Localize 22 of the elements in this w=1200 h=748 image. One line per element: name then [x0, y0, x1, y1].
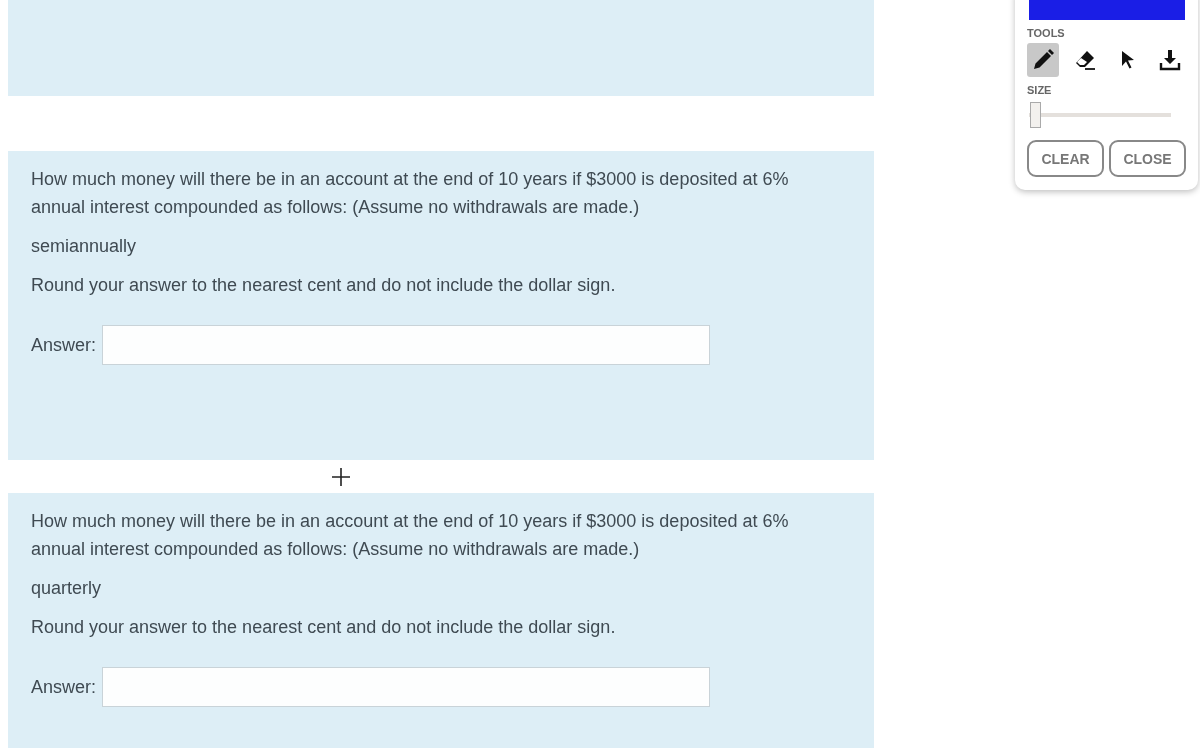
- instruction-text: Round your answer to the nearest cent and do not include the dollar sign.: [31, 274, 617, 297]
- tools-label: TOOLS: [1027, 27, 1066, 39]
- download-icon: [1157, 48, 1182, 72]
- compounding-frequency: semiannually: [31, 235, 138, 258]
- answer-label: Answer:: [31, 334, 97, 356]
- compounding-frequency: quarterly: [31, 577, 103, 600]
- answer-field[interactable]: [102, 325, 711, 365]
- question-text: How much money will there be in an account at the end of 10 years if $3000 is deposited at 6% annual interest compounded as follows: (Assume no withdrawals are made.): [31, 510, 790, 561]
- crosshair-cursor-icon: [331, 466, 351, 487]
- pen-color-swatch[interactable]: [1029, 0, 1185, 20]
- question-text: How much money will there be in an account at the end of 10 years if $3000 is deposited at 6% annual interest compounded as follows: (Assume no withdrawals are made.): [31, 168, 790, 219]
- pencil-tool[interactable]: [1027, 43, 1060, 77]
- pencil-icon: [1031, 48, 1056, 72]
- panel-button[interactable]: CLEAR: [1027, 140, 1104, 177]
- slider-thumb[interactable]: [1029, 102, 1041, 128]
- panel-button[interactable]: CLOSE: [1109, 140, 1186, 177]
- eraser-icon: [1073, 48, 1098, 72]
- cursor-arrow-icon: [1119, 50, 1136, 70]
- instruction-text: Round your answer to the nearest cent and do not include the dollar sign.: [31, 616, 617, 639]
- answer-label: Answer:: [31, 676, 97, 698]
- size-label: SIZE: [1027, 84, 1053, 96]
- answer-field[interactable]: [102, 667, 711, 707]
